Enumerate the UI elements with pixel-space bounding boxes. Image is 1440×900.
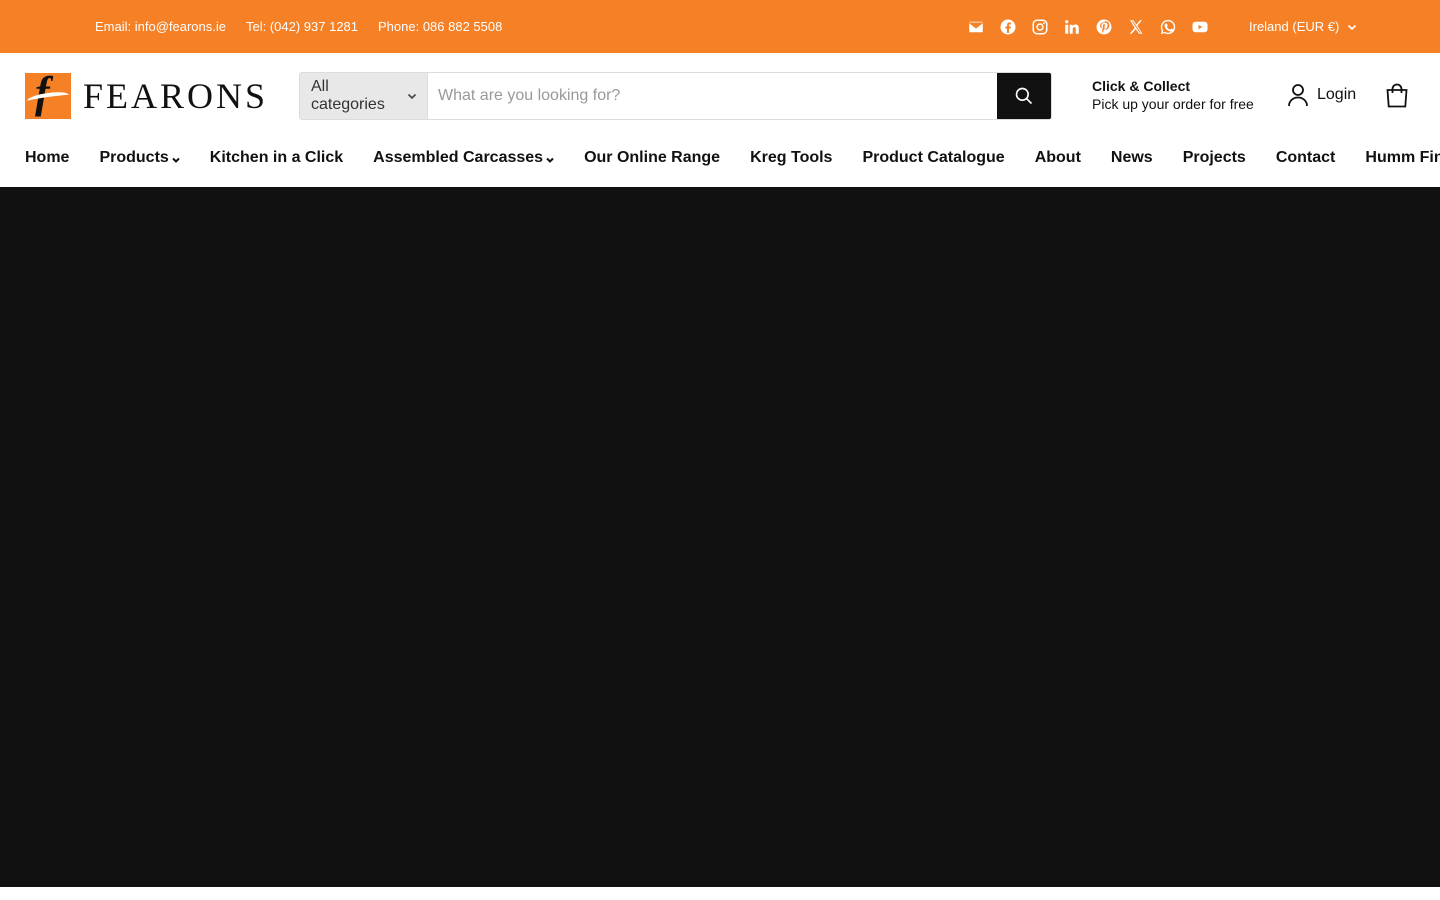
nav-item-assembled-carcasses[interactable]: Assembled Carcasses: [373, 149, 554, 167]
facebook-icon[interactable]: [998, 17, 1018, 37]
login-label: Login: [1317, 86, 1357, 103]
contact-links: Email: info@fearons.ie Tel: (042) 937 12…: [95, 0, 502, 53]
click-collect-title: Click & Collect: [1092, 78, 1191, 94]
nav-item-label: Contact: [1275, 149, 1336, 166]
pinterest-icon[interactable]: [1094, 17, 1114, 37]
youtube-icon[interactable]: [1190, 17, 1210, 37]
nav-item-label: Our Online Range: [584, 149, 721, 166]
nav-item-home[interactable]: Home: [25, 149, 69, 167]
nav-item-product-catalogue[interactable]: Product Catalogue: [862, 149, 1004, 167]
nav-item-label: Home: [25, 149, 70, 166]
nav-item-projects[interactable]: Projects: [1183, 149, 1246, 167]
nav-item-contact[interactable]: Contact: [1276, 149, 1336, 167]
category-select-label: All categories: [311, 78, 385, 113]
nav-item-kreg-tools[interactable]: Kreg Tools: [750, 149, 832, 167]
search-icon: [1015, 87, 1033, 105]
search-bar: All categories: [299, 72, 1052, 120]
nav-item-label: Product Catalogue: [862, 149, 1005, 166]
nav-item-label: News: [1110, 149, 1153, 166]
site-logo[interactable]: f FEARONS: [25, 73, 268, 119]
nav-item-products[interactable]: Products: [99, 149, 180, 167]
cart-button[interactable]: [1383, 82, 1411, 110]
email-link[interactable]: Email: info@fearons.ie: [95, 19, 226, 34]
nav-item-label: Humm Finance: [1365, 149, 1440, 166]
nav-item-label: Assembled Carcasses: [373, 149, 544, 166]
announcement-bar: Email: info@fearons.ie Tel: (042) 937 12…: [0, 0, 1440, 53]
logo-mark: f: [25, 73, 71, 119]
nav-item-news[interactable]: News: [1111, 149, 1153, 167]
chevron-down-icon: [172, 157, 180, 163]
social-links: [966, 0, 1210, 53]
instagram-icon[interactable]: [1030, 17, 1050, 37]
user-icon: [1288, 84, 1308, 107]
search-input[interactable]: [428, 73, 997, 119]
nav-item-label: About: [1034, 149, 1081, 166]
hero-banner: [0, 187, 1440, 887]
nav-item-kitchen-in-a-click[interactable]: Kitchen in a Click: [210, 149, 343, 167]
search-button[interactable]: [997, 73, 1051, 119]
nav-item-label: Kreg Tools: [750, 149, 833, 166]
category-select[interactable]: All categories: [300, 73, 428, 119]
chevron-down-icon: [1348, 24, 1357, 30]
shopping-bag-icon: [1386, 83, 1408, 108]
nav-item-label: Projects: [1182, 149, 1246, 166]
main-nav: Home Products Kitchen in a Click Assembl…: [25, 147, 1440, 169]
region-selector[interactable]: Ireland (EUR €): [1249, 0, 1357, 53]
nav-item-label: Kitchen in a Click: [209, 149, 344, 166]
whatsapp-icon[interactable]: [1158, 17, 1178, 37]
click-collect: Click & Collect Pick up your order for f…: [1092, 77, 1254, 113]
linkedin-icon[interactable]: [1062, 17, 1082, 37]
chevron-down-icon: [407, 93, 417, 100]
tel-link[interactable]: Tel: (042) 937 1281: [246, 19, 358, 34]
nav-item-label: Products: [99, 149, 169, 166]
click-collect-subtitle: Pick up your order for free: [1092, 96, 1254, 112]
site-header: f FEARONS All categories Click & Collect…: [0, 53, 1440, 187]
x-icon[interactable]: [1126, 17, 1146, 37]
email-icon[interactable]: [966, 17, 986, 37]
login-link[interactable]: Login: [1287, 83, 1356, 107]
nav-item-our-online-range[interactable]: Our Online Range: [584, 149, 720, 167]
nav-item-about[interactable]: About: [1035, 149, 1081, 167]
region-label: Ireland (EUR €): [1249, 19, 1340, 34]
logo-text: FEARONS: [83, 76, 269, 116]
nav-item-humm-finance[interactable]: Humm Finance: [1365, 149, 1440, 167]
chevron-down-icon: [546, 157, 554, 163]
phone-link[interactable]: Phone: 086 882 5508: [378, 19, 502, 34]
